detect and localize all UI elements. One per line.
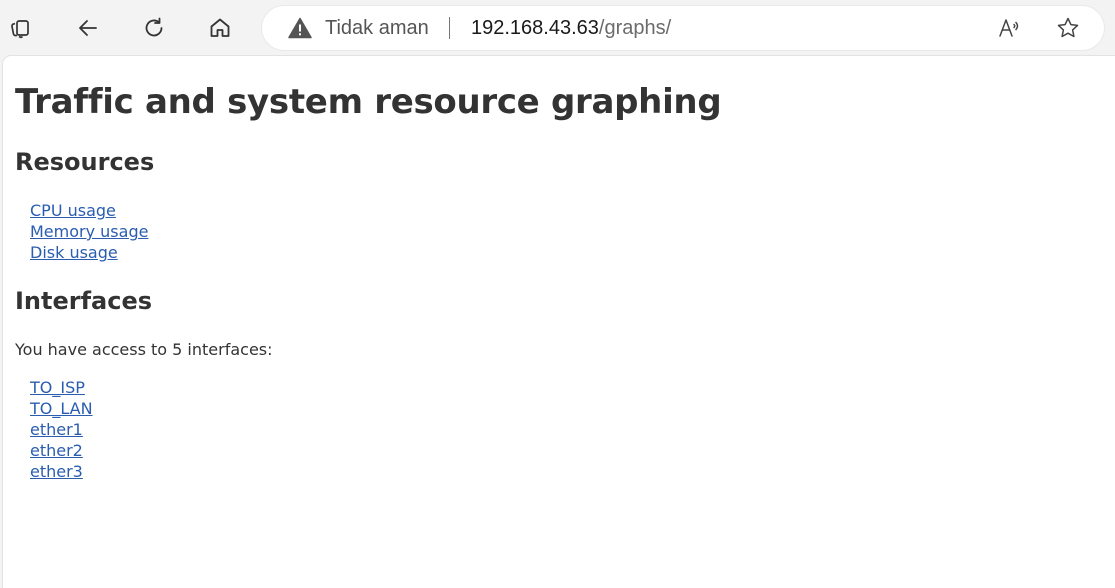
- refresh-icon: [145, 17, 163, 37]
- list-item: TO_ISP: [30, 377, 93, 398]
- tab-actions-icon: [11, 20, 29, 39]
- star-icon: [1057, 17, 1079, 38]
- interfaces-intro-text: You have access to 5 interfaces:: [15, 340, 273, 359]
- interface-link-to-isp[interactable]: TO_ISP: [30, 378, 85, 397]
- read-aloud-button[interactable]: [994, 13, 1024, 43]
- list-item: CPU usage: [30, 200, 148, 221]
- interface-link-to-lan[interactable]: TO_LAN: [30, 399, 93, 418]
- read-aloud-icon: [999, 19, 1019, 37]
- back-button[interactable]: [68, 8, 108, 48]
- list-item: Memory usage: [30, 221, 148, 242]
- favorite-button[interactable]: [1053, 13, 1083, 43]
- interface-link-ether3[interactable]: ether3: [30, 462, 83, 481]
- list-item: Disk usage: [30, 242, 148, 263]
- list-item: TO_LAN: [30, 398, 93, 419]
- url-path: /graphs/: [598, 17, 672, 39]
- page-viewport: Traffic and system resource graphing Res…: [3, 56, 1115, 588]
- url-text[interactable]: 192.168.43.63/graphs/: [471, 17, 671, 40]
- address-bar[interactable]: Tidak aman 192.168.43.63/graphs/: [262, 6, 1104, 50]
- interface-link-ether1[interactable]: ether1: [30, 420, 83, 439]
- resources-link-list: CPU usage Memory usage Disk usage: [30, 200, 148, 263]
- list-item: ether3: [30, 461, 93, 482]
- resources-heading: Resources: [15, 148, 155, 176]
- address-separator: [449, 17, 450, 39]
- refresh-button[interactable]: [134, 8, 174, 48]
- interfaces-heading: Interfaces: [15, 287, 153, 315]
- memory-usage-link[interactable]: Memory usage: [30, 222, 148, 241]
- disk-usage-link[interactable]: Disk usage: [30, 243, 118, 262]
- warning-icon[interactable]: [288, 17, 312, 39]
- tab-actions-button[interactable]: [0, 8, 40, 48]
- home-icon: [210, 18, 230, 37]
- list-item: ether1: [30, 419, 93, 440]
- home-button[interactable]: [200, 8, 240, 48]
- page-title: Traffic and system resource graphing: [15, 82, 722, 122]
- browser-toolbar: Tidak aman 192.168.43.63/graphs/: [0, 0, 1115, 56]
- list-item: ether2: [30, 440, 93, 461]
- security-status-label[interactable]: Tidak aman: [325, 17, 429, 40]
- arrow-left-icon: [79, 20, 97, 36]
- url-host: 192.168.43.63: [471, 17, 599, 39]
- interfaces-link-list: TO_ISP TO_LAN ether1 ether2 ether3: [30, 377, 93, 482]
- interface-link-ether2[interactable]: ether2: [30, 441, 83, 460]
- cpu-usage-link[interactable]: CPU usage: [30, 201, 116, 220]
